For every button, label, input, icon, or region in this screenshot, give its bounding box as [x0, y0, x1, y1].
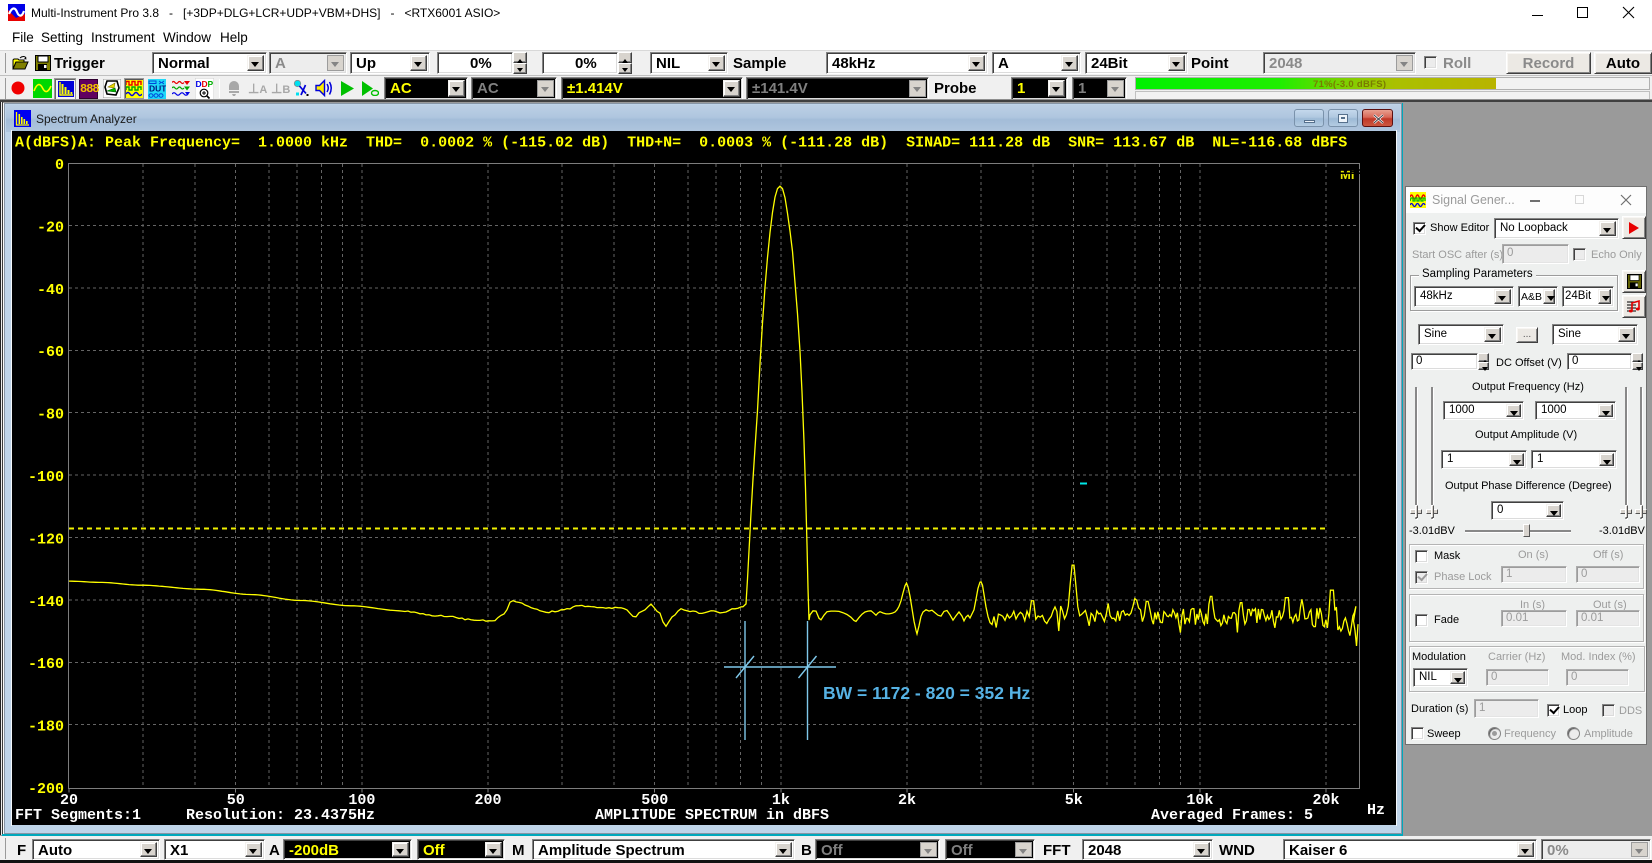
svg-text:20k: 20k — [1312, 792, 1339, 809]
svg-text:Resolution: 23.4375Hz: Resolution: 23.4375Hz — [186, 807, 375, 824]
svg-text:-160: -160 — [28, 656, 64, 673]
svg-text:Averaged Frames: 5: Averaged Frames: 5 — [1151, 807, 1313, 824]
svg-text:-200: -200 — [28, 781, 64, 798]
svg-text:AMPLITUDE SPECTRUM in dBFS: AMPLITUDE SPECTRUM in dBFS — [595, 807, 829, 824]
svg-text:-40: -40 — [37, 282, 64, 299]
svg-text:Hz: Hz — [1367, 802, 1385, 819]
svg-text:-60: -60 — [37, 344, 64, 361]
svg-text:0: 0 — [55, 157, 64, 174]
svg-text:A(dBFS)A: Peak Frequency= 1.0: A(dBFS)A: Peak Frequency= 1.0000 kHz THD… — [15, 135, 1347, 152]
svg-text:DUT: DUT — [149, 84, 166, 94]
svg-text:BW = 1172 - 820 = 352 Hz: BW = 1172 - 820 = 352 Hz — [823, 683, 1030, 703]
svg-text:-120: -120 — [28, 531, 64, 548]
svg-text:-140: -140 — [28, 594, 64, 611]
svg-text:200: 200 — [474, 792, 501, 809]
svg-text:-20: -20 — [37, 219, 64, 236]
svg-text:P: P — [208, 79, 214, 89]
svg-text:5k: 5k — [1065, 792, 1083, 809]
svg-text:FFT Segments:1: FFT Segments:1 — [15, 807, 141, 824]
svg-text:-100: -100 — [28, 469, 64, 486]
svg-text:-180: -180 — [28, 719, 64, 736]
svg-text:-80: -80 — [37, 407, 64, 424]
svg-text:2k: 2k — [898, 792, 916, 809]
